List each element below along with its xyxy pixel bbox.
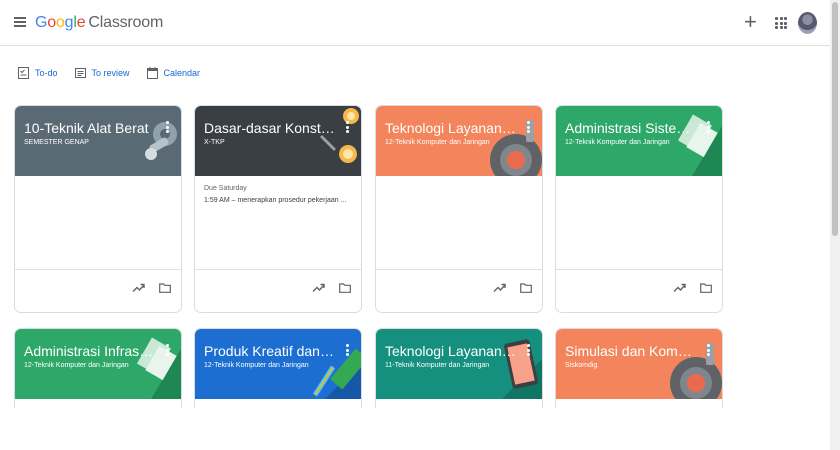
class-card[interactable]: 10-Teknik Alat Berat SEMESTER GENAP (14, 105, 182, 313)
class-title[interactable]: Teknologi Layanan Jaringan (385, 343, 517, 359)
trending-up-icon[interactable] (493, 283, 506, 293)
todo-link[interactable]: To-do (18, 67, 58, 79)
due-date: Due Saturday (204, 185, 247, 192)
more-options-icon[interactable] (166, 344, 170, 356)
class-section: 12-Teknik Komputer dan Jaringan (385, 139, 490, 146)
calendar-icon (146, 67, 158, 79)
logo-google: Google (35, 14, 86, 31)
class-card-header[interactable]: Administrasi Sistem Jaringan 12-Teknik Ko… (556, 106, 722, 176)
folder-icon[interactable] (520, 283, 532, 293)
class-card-footer (376, 269, 542, 312)
trending-up-icon[interactable] (673, 283, 686, 293)
class-card-footer (556, 269, 722, 312)
folder-icon[interactable] (339, 283, 351, 293)
record-illustration (482, 106, 542, 176)
class-title[interactable]: 10-Teknik Alat Berat (24, 120, 156, 136)
trending-up-icon[interactable] (132, 283, 145, 293)
todo-label: To-do (35, 68, 58, 78)
app-logo[interactable]: Google Classroom (35, 14, 163, 32)
class-card-header[interactable]: 10-Teknik Alat Berat SEMESTER GENAP (15, 106, 181, 176)
google-apps-icon[interactable] (775, 17, 787, 29)
class-card[interactable]: Simulasi dan Komunikasi Digital Siskomdig (555, 328, 723, 408)
phone-illustration (482, 329, 542, 399)
class-section: Siskomdig (565, 362, 598, 369)
logo-classroom: Classroom (88, 14, 164, 31)
class-section: SEMESTER GENAP (24, 139, 89, 146)
class-card-header[interactable]: Dasar-dasar Konstruksi X-TKP (195, 106, 361, 176)
class-card[interactable]: Dasar-dasar Konstruksi X-TKP Due Saturday 1… (194, 105, 362, 313)
record-illustration (662, 329, 722, 399)
papers-illustration (121, 329, 181, 399)
class-section: 12-Teknik Komputer dan Jaringan (204, 362, 309, 369)
main-menu-icon[interactable] (14, 17, 26, 27)
quick-links: To-do To review Calendar (18, 67, 200, 79)
class-card-header[interactable]: Simulasi dan Komunikasi Digital Siskomdig (556, 329, 722, 399)
class-card[interactable]: Teknologi Layanan Jaringan 11-Teknik Komp… (375, 328, 543, 408)
class-card-footer (195, 269, 361, 312)
more-options-icon[interactable] (707, 121, 711, 133)
class-card-header[interactable]: Teknologi Layanan Jaringan 12-Teknik Komp… (376, 106, 542, 176)
class-title[interactable]: Dasar-dasar Konstruksi (204, 120, 336, 136)
more-options-icon[interactable] (346, 121, 350, 133)
more-options-icon[interactable] (527, 344, 531, 356)
calendar-label: Calendar (163, 68, 201, 78)
class-section: 12-Teknik Komputer dan Jaringan (565, 139, 670, 146)
class-card[interactable]: Produk Kreatif dan Kewirausahaan 12-Tekni… (194, 328, 362, 408)
trending-up-icon[interactable] (312, 283, 325, 293)
folder-icon[interactable] (159, 283, 171, 293)
to-review-link[interactable]: To review (74, 67, 130, 79)
class-card-body: Due Saturday 1:59 AM – menerapkan prosedu… (195, 176, 361, 270)
class-card[interactable]: Teknologi Layanan Jaringan 12-Teknik Komp… (375, 105, 543, 313)
top-bar: Google Classroom + (0, 0, 830, 46)
scrollbar-thumb[interactable] (832, 2, 838, 236)
class-title[interactable]: Simulasi dan Komunikasi Digital (565, 343, 697, 359)
class-title[interactable]: Administrasi Sistem Jaringan (565, 120, 697, 136)
class-card-body (376, 176, 542, 270)
pencil-illustration (301, 329, 361, 399)
class-title[interactable]: Produk Kreatif dan Kewirausahaan (204, 343, 336, 359)
class-title[interactable]: Teknologi Layanan Jaringan (385, 120, 517, 136)
calendar-link[interactable]: Calendar (146, 67, 201, 79)
more-options-icon[interactable] (527, 121, 531, 133)
more-options-icon[interactable] (346, 344, 350, 356)
more-options-icon[interactable] (166, 121, 170, 133)
account-avatar[interactable] (798, 12, 817, 34)
class-title[interactable]: Administrasi Infrastruktur Jaringan (24, 343, 156, 359)
class-card-header[interactable]: Teknologi Layanan Jaringan 11-Teknik Komp… (376, 329, 542, 399)
class-card-body (15, 176, 181, 270)
add-class-icon[interactable]: + (744, 11, 757, 33)
to-review-label: To review (91, 68, 130, 78)
more-options-icon[interactable] (707, 344, 711, 356)
class-section: X-TKP (204, 139, 225, 146)
class-card-header[interactable]: Produk Kreatif dan Kewirausahaan 12-Tekni… (195, 329, 361, 399)
class-card-header[interactable]: Administrasi Infrastruktur Jaringan 12-Te… (15, 329, 181, 399)
assignment-link[interactable]: 1:59 AM – menerapkan prosedur pekerjaan … (204, 197, 352, 204)
folder-icon[interactable] (700, 283, 712, 293)
papers-illustration (662, 106, 722, 176)
class-section: 11-Teknik Komputer dan Jaringan (385, 362, 490, 369)
class-section: 12-Teknik Komputer dan Jaringan (24, 362, 129, 369)
lightbulb-illustration (301, 106, 361, 176)
gears-illustration (121, 106, 181, 176)
class-card[interactable]: Administrasi Sistem Jaringan 12-Teknik Ko… (555, 105, 723, 313)
class-card-body (556, 176, 722, 270)
todo-icon (18, 67, 29, 79)
class-card-footer (15, 269, 181, 312)
review-icon (74, 68, 86, 78)
class-card[interactable]: Administrasi Infrastruktur Jaringan 12-Te… (14, 328, 182, 408)
